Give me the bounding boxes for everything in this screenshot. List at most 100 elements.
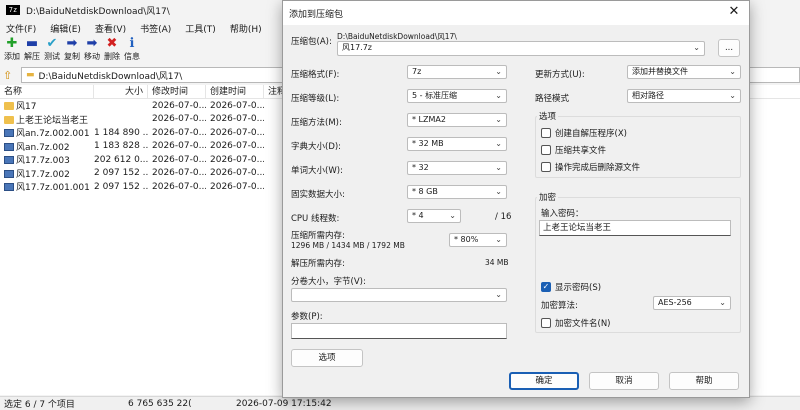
- dialog-title: 添加到压缩包: [289, 9, 344, 20]
- path-mode-label: 路径模式: [535, 94, 570, 104]
- password-input[interactable]: 上老王论坛当老王: [539, 220, 731, 236]
- path-mode-select[interactable]: 相对路径 ⌄: [627, 89, 741, 103]
- encryption-group-title: 加密: [537, 191, 559, 203]
- enc-method-select[interactable]: AES-256 ⌄: [653, 296, 731, 310]
- checkbox-checked-icon: ✓: [541, 282, 551, 292]
- app-logo-icon: 7z: [6, 5, 20, 15]
- params-input[interactable]: [291, 323, 507, 339]
- menu-bookmarks[interactable]: 书签(A): [140, 22, 171, 35]
- chevron-down-icon: ⌄: [449, 211, 456, 220]
- address-text: D:\BaiduNetdiskDownload\风17\: [38, 71, 183, 82]
- chevron-down-icon: ⌄: [495, 91, 502, 100]
- copy-button[interactable]: ➡ 复制: [63, 36, 81, 62]
- checkbox-icon: [541, 162, 551, 172]
- ok-button[interactable]: 确定: [509, 372, 579, 390]
- status-datetime: 2026-07-09 17:15:42: [236, 398, 332, 409]
- chevron-down-icon: ⌄: [729, 67, 736, 76]
- folder-icon: ▬: [25, 70, 35, 80]
- chevron-down-icon: ⌄: [495, 67, 502, 76]
- solid-select[interactable]: * 8 GB ⌄: [407, 185, 507, 199]
- solid-label: 固实数据大小:: [291, 190, 345, 200]
- add-to-archive-dialog: 添加到压缩包 ✕ 压缩包(A): D:\BaiduNetdiskDownload…: [282, 0, 750, 398]
- dict-label: 字典大小(D):: [291, 142, 342, 152]
- split-label: 分卷大小，字节(V):: [291, 277, 366, 287]
- show-password-checkbox[interactable]: ✓ 显示密码(S): [541, 281, 601, 293]
- checkbox-icon: [541, 128, 551, 138]
- add-button[interactable]: ✚ 添加: [3, 36, 21, 62]
- delete-button[interactable]: ✖ 删除: [103, 36, 121, 62]
- menu-view[interactable]: 查看(V): [95, 22, 126, 35]
- archive-file-icon: [4, 142, 14, 151]
- method-label: 压缩方法(M):: [291, 118, 342, 128]
- chevron-down-icon: ⌄: [495, 235, 502, 244]
- status-bar: 选定 6 / 7 个项目 6 765 635 22( 2026-07-09 17…: [0, 396, 800, 410]
- move-button[interactable]: ➡ 移动: [83, 36, 101, 62]
- checkbox-icon: [541, 318, 551, 328]
- archive-name-combo[interactable]: 风17.7z ⌄: [337, 41, 705, 56]
- update-label: 更新方式(U):: [535, 70, 585, 80]
- column-created[interactable]: 创建时间: [206, 84, 264, 99]
- check-icon: ✔: [46, 36, 58, 51]
- dict-select[interactable]: * 32 MB ⌄: [407, 137, 507, 151]
- plus-icon: ✚: [6, 36, 18, 51]
- sfx-checkbox[interactable]: 创建自解压程序(X): [541, 127, 627, 139]
- split-select[interactable]: ⌄: [291, 288, 507, 302]
- encrypt-names-checkbox[interactable]: 加密文件名(N): [541, 317, 611, 329]
- menu-help[interactable]: 帮助(H): [230, 22, 262, 35]
- update-select[interactable]: 添加并替换文件 ⌄: [627, 65, 741, 79]
- menu-file[interactable]: 文件(F): [6, 22, 36, 35]
- window-title: D:\BaiduNetdiskDownload\风17\: [26, 6, 170, 17]
- help-button[interactable]: 帮助: [669, 372, 739, 390]
- chevron-down-icon: ⌄: [729, 91, 736, 100]
- delete-source-checkbox[interactable]: 操作完成后删除源文件: [541, 161, 640, 173]
- threads-total: / 16: [495, 212, 512, 222]
- format-select[interactable]: 7z ⌄: [407, 65, 507, 79]
- word-label: 单词大小(W):: [291, 166, 343, 176]
- mem-decomp-value: 34 MB: [485, 258, 509, 267]
- checkbox-icon: [541, 145, 551, 155]
- folder-icon: [4, 115, 14, 124]
- menu-tools[interactable]: 工具(T): [185, 22, 216, 35]
- params-label: 参数(P):: [291, 312, 323, 322]
- extract-button[interactable]: ▬ 解压: [23, 36, 41, 62]
- dialog-titlebar: 添加到压缩包: [283, 1, 749, 25]
- method-select[interactable]: * LZMA2 ⌄: [407, 113, 507, 127]
- threads-select[interactable]: * 4 ⌄: [407, 209, 461, 223]
- format-label: 压缩格式(F):: [291, 70, 340, 80]
- chevron-down-icon: ⌄: [495, 163, 502, 172]
- minus-icon: ▬: [25, 36, 39, 51]
- delete-x-icon: ✖: [106, 36, 118, 51]
- test-button[interactable]: ✔ 测试: [43, 36, 61, 62]
- mem-comp-select[interactable]: * 80% ⌄: [449, 233, 507, 247]
- column-name[interactable]: 名称: [0, 84, 94, 99]
- password-label: 输入密码：: [541, 209, 584, 219]
- options-button[interactable]: 选项: [291, 349, 363, 367]
- status-size: 6 765 635 22(: [128, 398, 192, 409]
- word-select[interactable]: * 32 ⌄: [407, 161, 507, 175]
- chevron-down-icon: ⌄: [495, 187, 502, 196]
- level-select[interactable]: 5 - 标准压缩 ⌄: [407, 89, 507, 103]
- arrow-move-icon: ➡: [86, 36, 98, 51]
- shared-checkbox[interactable]: 压缩共享文件: [541, 144, 606, 156]
- column-modified[interactable]: 修改时间: [148, 84, 206, 99]
- archive-file-icon: [4, 183, 14, 192]
- close-icon[interactable]: ✕: [727, 5, 741, 19]
- archive-file-icon: [4, 129, 14, 138]
- up-folder-icon[interactable]: ⇧: [3, 69, 17, 82]
- browse-button[interactable]: ...: [718, 39, 740, 57]
- menu-edit[interactable]: 编辑(E): [50, 22, 81, 35]
- folder-icon: [4, 102, 14, 111]
- level-label: 压缩等级(L):: [291, 94, 340, 104]
- chevron-down-icon: ⌄: [495, 115, 502, 124]
- info-icon: ℹ: [129, 36, 135, 51]
- options-group-title: 选项: [537, 110, 559, 122]
- enc-method-label: 加密算法:: [541, 301, 578, 311]
- column-size[interactable]: 大小: [94, 84, 148, 99]
- archive-label: 压缩包(A):: [291, 37, 332, 47]
- cancel-button[interactable]: 取消: [589, 372, 659, 390]
- threads-label: CPU 线程数:: [291, 214, 340, 224]
- archive-file-icon: [4, 156, 14, 165]
- chevron-down-icon: ⌄: [693, 43, 700, 52]
- chevron-down-icon: ⌄: [495, 139, 502, 148]
- info-button[interactable]: ℹ 信息: [123, 36, 141, 62]
